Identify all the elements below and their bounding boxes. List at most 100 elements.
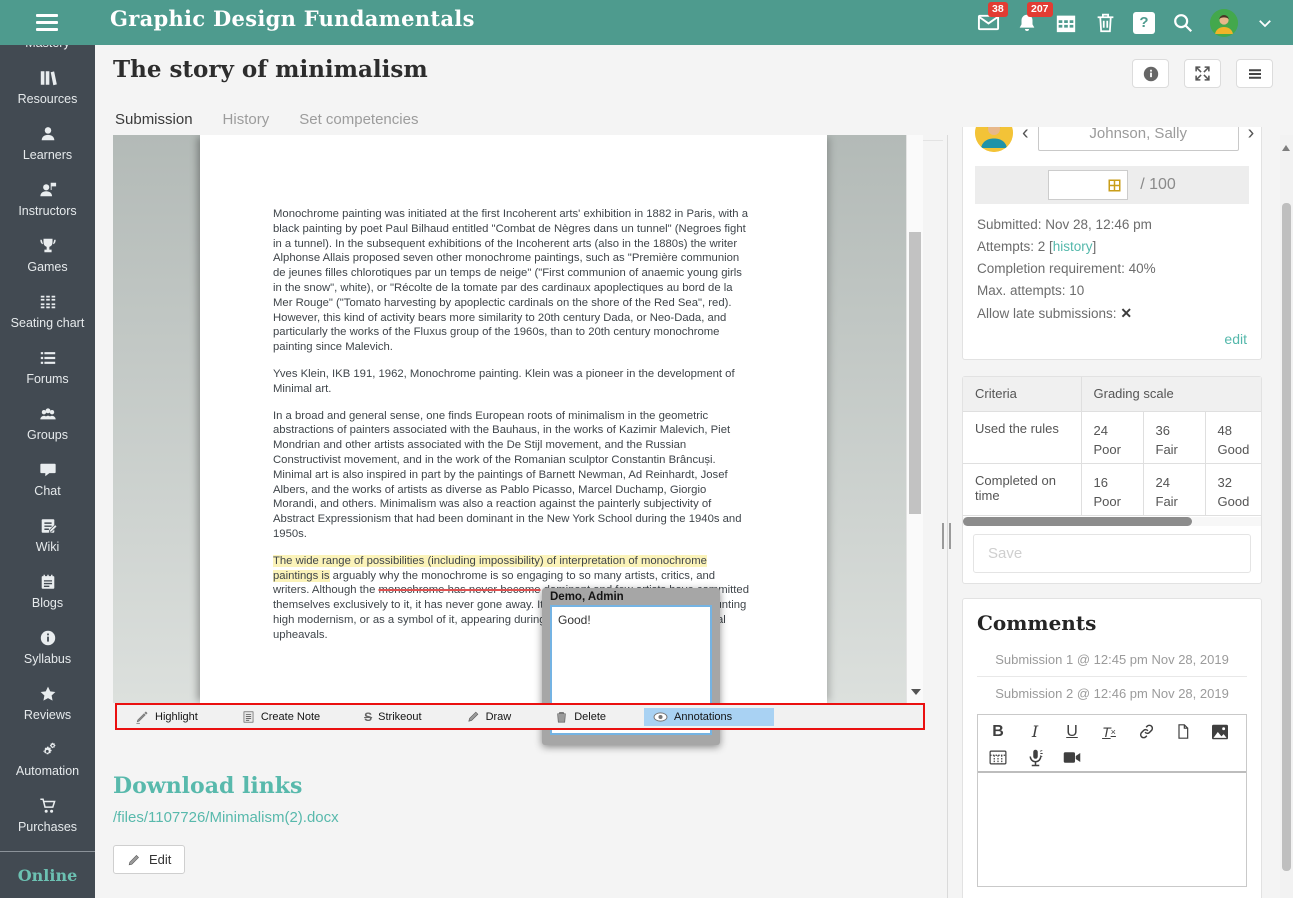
clear-formatting-icon[interactable]: T × bbox=[1099, 721, 1119, 743]
notifications-badge: 207 bbox=[1027, 1, 1053, 17]
calendar-icon[interactable] bbox=[1054, 11, 1078, 35]
delete-tool[interactable]: Delete bbox=[549, 708, 612, 726]
save-button[interactable]: Save bbox=[973, 533, 1251, 573]
tool-label: Strikeout bbox=[378, 710, 422, 723]
microphone-icon[interactable] bbox=[1025, 747, 1045, 769]
rubric-row: Used the rules 24 Poor 36 Fair 48 Good bbox=[963, 411, 1261, 464]
search-icon[interactable] bbox=[1171, 11, 1195, 35]
chat-bubble-icon bbox=[39, 463, 56, 477]
sidebar-item-wiki[interactable]: Wiki bbox=[0, 509, 95, 565]
pane-divider bbox=[947, 135, 948, 898]
file-icon[interactable] bbox=[1173, 721, 1193, 743]
annotation-toolbar: Highlight Create Note S Strikeout Draw D… bbox=[115, 703, 925, 730]
sidebar-item-purchases[interactable]: Purchases bbox=[0, 789, 95, 845]
sidebar-item-mastery[interactable]: Mastery bbox=[0, 45, 95, 61]
avatar-image bbox=[1210, 8, 1238, 37]
scroll-down-icon[interactable] bbox=[911, 689, 921, 695]
download-links-heading: Download links bbox=[113, 773, 303, 799]
student-name-input[interactable] bbox=[1037, 127, 1239, 151]
help-icon[interactable]: ? bbox=[1132, 11, 1156, 35]
attempts-close: ] bbox=[1092, 239, 1097, 254]
messages-icon[interactable]: 38 bbox=[976, 1, 1008, 35]
sidebar-item-reviews[interactable]: Reviews bbox=[0, 677, 95, 733]
history-link[interactable]: history bbox=[1053, 239, 1093, 254]
document-scrollbar[interactable] bbox=[906, 135, 923, 703]
main-scrollbar-thumb[interactable] bbox=[1282, 203, 1291, 871]
user-avatar[interactable] bbox=[1210, 8, 1238, 37]
tool-label: Annotations bbox=[674, 710, 733, 723]
image-icon[interactable] bbox=[1210, 721, 1230, 743]
edit-button[interactable]: Edit bbox=[113, 845, 186, 874]
scale-cell[interactable]: 48 Good bbox=[1204, 411, 1261, 464]
sidebar-item-groups[interactable]: Groups bbox=[0, 397, 95, 453]
sidebar-item-chat[interactable]: Chat bbox=[0, 453, 95, 509]
grade-input-wrap bbox=[1048, 170, 1129, 200]
menu-toggle-icon[interactable] bbox=[36, 14, 58, 31]
download-file-link[interactable]: /files/1107726/Minimalism(2).docx bbox=[113, 809, 339, 826]
sidebar-item-seating-chart[interactable]: Seating chart bbox=[0, 285, 95, 341]
comment-text-input[interactable] bbox=[978, 770, 1246, 886]
books-icon bbox=[40, 71, 57, 86]
strikeout-tool[interactable]: S Strikeout bbox=[358, 708, 427, 726]
messages-badge: 38 bbox=[988, 1, 1008, 17]
account-dropdown-icon[interactable] bbox=[1253, 11, 1277, 35]
draw-tool[interactable]: Draw bbox=[460, 708, 518, 726]
sidebar-item-instructors[interactable]: Instructors bbox=[0, 173, 95, 229]
table-icon[interactable] bbox=[988, 747, 1008, 769]
main-scrollbar[interactable] bbox=[1280, 135, 1293, 898]
scale-cell[interactable]: 24 Poor bbox=[1080, 411, 1143, 464]
trash-small-icon bbox=[557, 711, 566, 722]
document-scrollbar-thumb[interactable] bbox=[909, 232, 921, 514]
rubric-table: Criteria Grading scale Used the rules 24… bbox=[963, 377, 1261, 516]
magnifier-icon bbox=[1174, 13, 1193, 32]
online-status[interactable]: Online bbox=[0, 866, 95, 885]
rubric-row: Completed on time 16 Poor 24 Fair 32 Good bbox=[963, 463, 1261, 516]
sidebar-item-resources[interactable]: Resources bbox=[0, 61, 95, 117]
scale-cell[interactable]: 36 Fair bbox=[1142, 411, 1205, 464]
scale-cell[interactable]: 16 Poor bbox=[1080, 463, 1143, 516]
next-student-button[interactable]: › bbox=[1248, 127, 1255, 143]
comment-editor: B I U T × bbox=[977, 713, 1247, 887]
sidebar-item-syllabus[interactable]: Syllabus bbox=[0, 621, 95, 677]
highlighter-icon bbox=[136, 710, 148, 724]
pane-resize-handle[interactable] bbox=[942, 523, 951, 549]
link-icon[interactable] bbox=[1136, 721, 1156, 743]
underline-icon[interactable]: U bbox=[1062, 721, 1082, 743]
scale-cell[interactable]: 24 Fair bbox=[1142, 463, 1205, 516]
criteria-cell: Completed on time bbox=[963, 463, 1081, 516]
edit-button-label: Edit bbox=[149, 852, 172, 867]
scale-cell[interactable]: 32 Good bbox=[1204, 463, 1261, 516]
trash-icon[interactable] bbox=[1093, 11, 1117, 35]
submitted-line: Submitted: Nov 28, 12:46 pm bbox=[977, 217, 1152, 232]
tool-label: Create Note bbox=[260, 710, 321, 723]
calendar-grid-icon bbox=[1056, 15, 1076, 32]
sidebar-item-blogs[interactable]: Blogs bbox=[0, 565, 95, 621]
annotations-toggle[interactable]: Annotations bbox=[644, 707, 775, 726]
italic-icon[interactable]: I bbox=[1025, 721, 1045, 743]
note-icon bbox=[243, 710, 254, 723]
fullscreen-button[interactable] bbox=[1184, 59, 1221, 88]
scroll-up-icon[interactable] bbox=[1282, 145, 1290, 151]
sidebar-item-automation[interactable]: Automation bbox=[0, 733, 95, 789]
edit-settings-link[interactable]: edit bbox=[1224, 331, 1247, 347]
page-menu-button[interactable] bbox=[1236, 59, 1273, 88]
grade-card: ‹ › / 100 Submitted: Nov 28, 12:46 pm At… bbox=[962, 127, 1262, 360]
create-note-tool[interactable]: Create Note bbox=[236, 708, 326, 726]
video-icon[interactable] bbox=[1062, 747, 1082, 769]
rubric-scrollbar-thumb[interactable] bbox=[963, 516, 1193, 526]
highlight-tool[interactable]: Highlight bbox=[129, 708, 204, 726]
note-author: Demo, Admin bbox=[550, 591, 624, 603]
notifications-icon[interactable]: 207 bbox=[1015, 1, 1053, 35]
late-submissions-line: Allow late submissions: ✕ bbox=[977, 302, 1247, 325]
info-button[interactable] bbox=[1132, 59, 1169, 88]
rubric-grid-icon[interactable] bbox=[1107, 178, 1122, 193]
previous-student-button[interactable]: ‹ bbox=[1022, 127, 1029, 143]
rubric-horizontal-scrollbar[interactable] bbox=[963, 516, 1261, 526]
doc-paragraph-3: In a broad and general sense, one finds … bbox=[273, 409, 742, 540]
sidebar-item-forums[interactable]: Forums bbox=[0, 341, 95, 397]
app-header: Graphic Design Fundamentals 38 207 ? bbox=[0, 0, 1293, 45]
instructor-icon bbox=[39, 182, 56, 197]
bold-icon[interactable]: B bbox=[988, 721, 1008, 743]
sidebar-item-games[interactable]: Games bbox=[0, 229, 95, 285]
sidebar-item-learners[interactable]: Learners bbox=[0, 117, 95, 173]
